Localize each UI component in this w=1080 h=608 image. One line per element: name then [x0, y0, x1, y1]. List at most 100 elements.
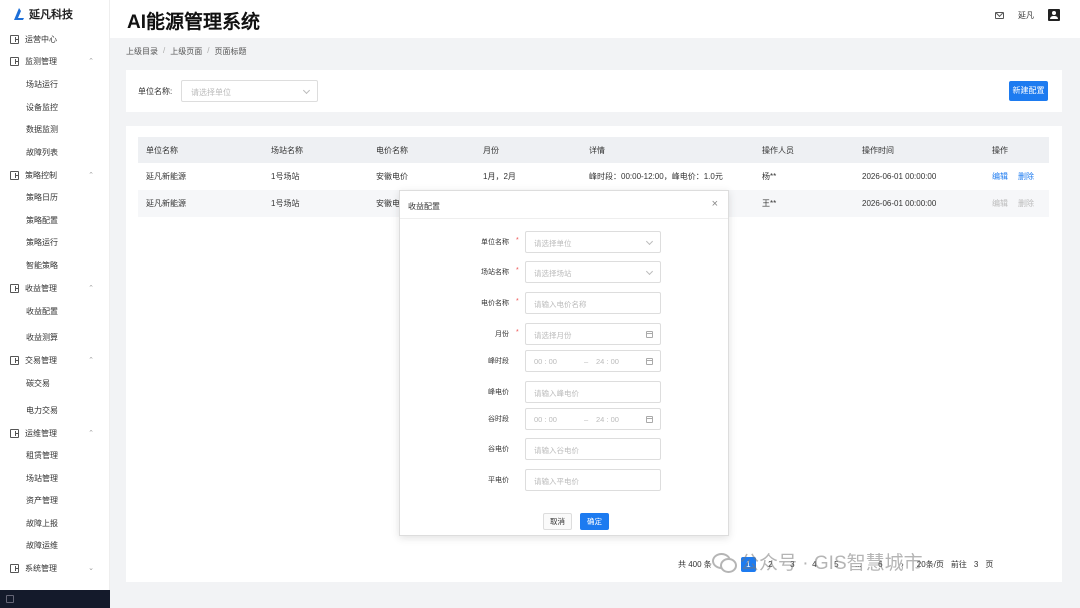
chevron-icon[interactable]: ⌄ — [88, 564, 94, 572]
menu-group-icon — [10, 428, 19, 438]
field-placeholder: 请选择单位 — [534, 239, 572, 248]
menu-group-icon — [10, 56, 19, 66]
field-label: 单位名称 — [481, 239, 509, 246]
range-separator: – — [584, 357, 589, 366]
calendar-icon — [646, 358, 653, 365]
sidebar-item-label: 智能策略 — [26, 260, 58, 270]
confirm-button[interactable]: 确定 — [580, 513, 609, 530]
sidebar-item[interactable]: 智能策略 — [0, 255, 110, 275]
sidebar-item[interactable]: 运营中心 — [0, 29, 110, 49]
dialog-footer: 取消 确定 — [543, 513, 609, 530]
form-row: 电价名称 * 请输入电价名称 — [400, 292, 730, 314]
form-row: 平电价 请输入平电价 — [400, 469, 730, 491]
sidebar-item[interactable]: 电力交易 — [0, 400, 110, 420]
month-picker[interactable]: 请选择月份 — [525, 323, 661, 345]
sidebar-item-label: 场站管理 — [26, 473, 58, 483]
chevron-icon[interactable]: ⌃ — [88, 284, 94, 292]
sidebar-item[interactable]: 场站运行 — [0, 74, 110, 94]
chevron-down-icon — [645, 267, 654, 276]
sidebar-item[interactable]: 故障运维 — [0, 535, 110, 555]
cancel-button[interactable]: 取消 — [543, 513, 572, 530]
sidebar-item[interactable]: 策略控制 ⌃ — [0, 165, 110, 185]
sidebar-item[interactable]: 收益测算 — [0, 327, 110, 347]
field-label: 平电价 — [488, 477, 509, 484]
user-avatar-icon[interactable] — [1048, 9, 1060, 21]
sidebar-item-label: 资产管理 — [26, 495, 58, 505]
select-field[interactable]: 请选择场站 — [525, 261, 661, 283]
chevron-icon[interactable]: ⌃ — [88, 429, 94, 437]
sidebar-item[interactable]: 设备监控 — [0, 97, 110, 117]
mail-icon[interactable] — [995, 11, 1004, 19]
sidebar-item[interactable]: 收益配置 — [0, 301, 110, 321]
field-label: 谷时段 — [488, 416, 509, 423]
sidebar-item-label: 收益管理 — [25, 283, 57, 293]
sidebar-item-label: 策略配置 — [26, 215, 58, 225]
required-mark: * — [516, 237, 519, 244]
sidebar-item-label: 设备监控 — [26, 102, 58, 112]
text-field[interactable]: 请输入平电价 — [525, 469, 661, 491]
sidebar-item-label: 电力交易 — [26, 405, 58, 415]
sidebar-item[interactable]: 数据监测 — [0, 119, 110, 139]
sidebar-item-label: 策略日历 — [26, 192, 58, 202]
dialog-title: 收益配置 — [408, 202, 440, 211]
form-row: 单位名称 * 请选择单位 — [400, 231, 730, 253]
chevron-icon[interactable]: ⌃ — [88, 356, 94, 364]
form-row: 谷时段 00 : 00 –24 : 00 — [400, 408, 730, 430]
range-end[interactable]: 24 : 00 — [596, 415, 619, 424]
sidebar-item-label: 故障上报 — [26, 518, 58, 528]
sidebar-item[interactable]: 故障上报 — [0, 513, 110, 533]
dialog-header: 收益配置 × — [400, 191, 728, 219]
sidebar-item[interactable]: 收益管理 ⌃ — [0, 278, 110, 298]
range-start[interactable]: 00 : 00 — [534, 357, 557, 366]
sidebar-item[interactable]: 运维管理 ⌃ — [0, 423, 110, 443]
range-end[interactable]: 24 : 00 — [596, 357, 619, 366]
sidebar-item[interactable]: 碳交易 — [0, 373, 110, 393]
sidebar-item[interactable]: 交易管理 ⌃ — [0, 350, 110, 370]
select-field[interactable]: 请选择单位 — [525, 231, 661, 253]
text-field[interactable]: 请输入谷电价 — [525, 438, 661, 460]
sidebar-item[interactable]: 场站管理 — [0, 468, 110, 488]
sidebar-item[interactable]: 策略配置 — [0, 210, 110, 230]
sidebar-item-label: 碳交易 — [26, 378, 50, 388]
sidebar-item[interactable]: 策略日历 — [0, 187, 110, 207]
sidebar-collapse-bar[interactable] — [0, 590, 110, 608]
field-placeholder: 请输入峰电价 — [534, 389, 579, 398]
sidebar-item-label: 收益配置 — [26, 306, 58, 316]
sidebar-item[interactable]: 资产管理 — [0, 490, 110, 510]
username[interactable]: 延凡 — [1018, 10, 1034, 21]
sidebar-item[interactable]: 系统管理 ⌄ — [0, 558, 110, 578]
time-range-picker[interactable]: 00 : 00 –24 : 00 — [525, 408, 661, 430]
close-icon[interactable]: × — [712, 198, 718, 210]
sidebar-item[interactable]: 租赁管理 — [0, 445, 110, 465]
brand-logo[interactable]: 延凡科技 — [12, 6, 73, 22]
form-row: 峰时段 00 : 00 –24 : 00 — [400, 350, 730, 372]
sidebar-item[interactable]: 监测管理 ⌃ — [0, 51, 110, 71]
sidebar-item-label: 租赁管理 — [26, 450, 58, 460]
field-label: 峰时段 — [488, 358, 509, 365]
sidebar-item-label: 场站运行 — [26, 79, 58, 89]
chevron-icon[interactable]: ⌃ — [88, 57, 94, 65]
chevron-down-icon — [645, 237, 654, 246]
calendar-icon — [646, 416, 653, 423]
sidebar-item-label: 数据监测 — [26, 124, 58, 134]
text-field[interactable]: 请输入峰电价 — [525, 381, 661, 403]
app-title: AI能源管理系统 — [127, 12, 261, 33]
text-field[interactable]: 请输入电价名称 — [525, 292, 661, 314]
calendar-icon — [646, 331, 653, 338]
chevron-icon[interactable]: ⌃ — [88, 171, 94, 179]
menu-group-icon — [10, 283, 19, 293]
sidebar-item-label: 收益测算 — [26, 332, 58, 342]
time-range-picker[interactable]: 00 : 00 –24 : 00 — [525, 350, 661, 372]
top-header: AI能源管理系统 延凡 — [110, 0, 1080, 38]
range-start[interactable]: 00 : 00 — [534, 415, 557, 424]
field-placeholder: 请选择月份 — [534, 331, 572, 340]
sidebar-item-label: 监测管理 — [25, 56, 57, 66]
collapse-icon[interactable] — [6, 595, 14, 603]
required-mark: * — [516, 267, 519, 274]
sidebar-item-label: 运营中心 — [25, 34, 57, 44]
range-separator: – — [584, 415, 589, 424]
sidebar-item[interactable]: 策略运行 — [0, 232, 110, 252]
form-row: 月份 * 请选择月份 — [400, 323, 730, 345]
sidebar-item-label: 故障列表 — [26, 147, 58, 157]
sidebar-item[interactable]: 故障列表 — [0, 142, 110, 162]
